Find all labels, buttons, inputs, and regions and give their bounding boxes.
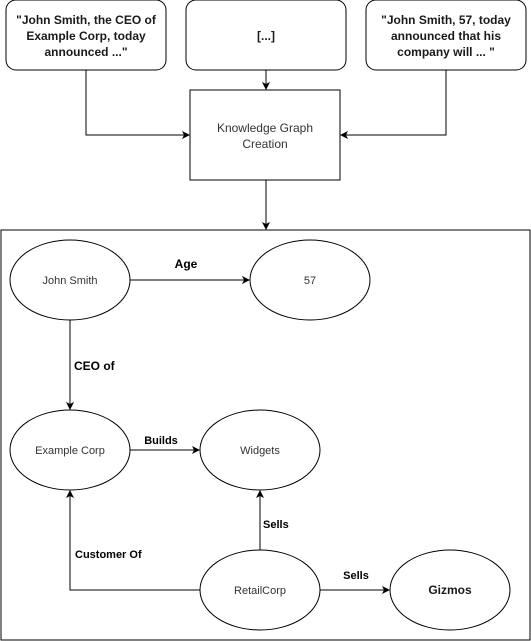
source-box-2-line-1: [...] [257, 29, 275, 43]
node-retailcorp[interactable]: RetailCorp [199, 549, 321, 631]
process-box-shape [189, 89, 341, 181]
edge-label-customer-of: Customer Of [75, 549, 142, 561]
source-box-1-line-2: Example Corp, today [26, 29, 146, 43]
node-widgets[interactable]: Widgets [199, 409, 321, 491]
source-box-2[interactable]: [...] [185, 0, 347, 71]
source-box-3[interactable]: "John Smith, 57, today announced that hi… [365, 0, 527, 71]
edge-label-sells-gizmos: Sells [343, 570, 369, 582]
source-box-3-line-1: "John Smith, 57, today [381, 13, 511, 27]
node-gizmos-label: Gizmos [428, 583, 472, 597]
process-box-knowledge-graph-creation[interactable]: Knowledge Graph Creation [189, 89, 341, 181]
connector-source-3-to-process [340, 70, 447, 139]
process-box-line-1: Knowledge Graph [217, 121, 313, 135]
node-john-smith[interactable]: John Smith [9, 239, 131, 321]
node-retailcorp-label: RetailCorp [234, 585, 286, 597]
node-example-corp[interactable]: Example Corp [9, 409, 131, 491]
node-gizmos[interactable]: Gizmos [389, 549, 511, 631]
source-box-3-line-3: company will ... " [397, 45, 495, 59]
source-box-1-line-3: announced ..." [44, 45, 127, 59]
node-age-57[interactable]: 57 [249, 239, 371, 321]
process-box-line-2: Creation [242, 137, 287, 151]
edge-label-builds: Builds [144, 435, 178, 447]
source-box-1[interactable]: "John Smith, the CEO of Example Corp, to… [5, 0, 167, 71]
connector-source-1-to-process [85, 70, 190, 139]
diagram-canvas: "John Smith, the CEO of Example Corp, to… [0, 0, 531, 641]
source-box-3-line-2: announced that his [391, 29, 501, 43]
edge-label-age: Age [175, 257, 198, 271]
node-example-corp-label: Example Corp [35, 445, 105, 457]
node-john-smith-label: John Smith [42, 275, 97, 287]
edge-label-sells-widgets: Sells [263, 519, 289, 531]
node-age-57-label: 57 [304, 275, 316, 287]
source-box-1-line-1: "John Smith, the CEO of [16, 13, 157, 27]
node-widgets-label: Widgets [240, 445, 280, 457]
edge-label-ceo-of: CEO of [74, 359, 116, 373]
